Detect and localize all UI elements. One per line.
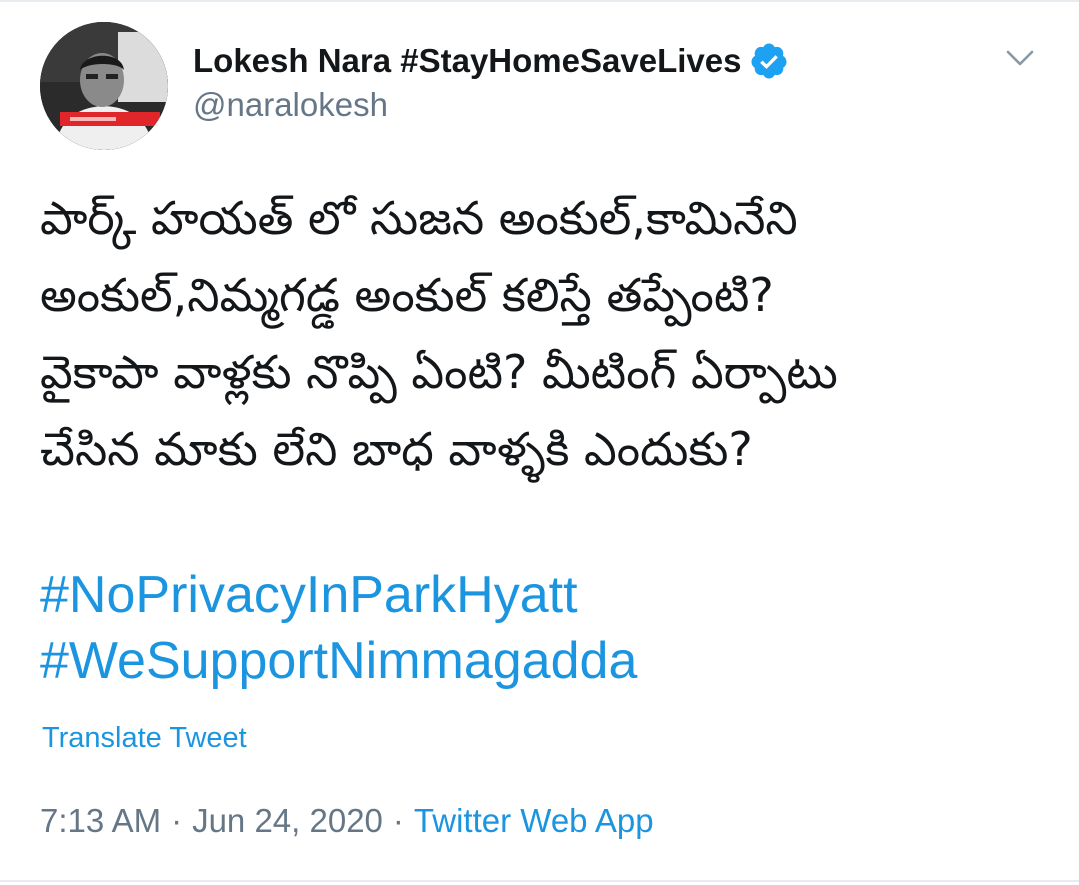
verified-badge-icon (749, 41, 789, 81)
tweet-text-line: చేసిన మాకు లేని బాధ వాళ్ళకి ఎందుకు? (40, 422, 753, 476)
author-name-row[interactable]: Lokesh Nara #StayHomeSaveLives (193, 36, 789, 86)
tweet-text-line: అంకుల్,నిమ్మగడ్డ అంకుల్ కలిస్తే తప్పేంటి… (40, 268, 774, 322)
hashtag-link[interactable]: #WeSupportNimmagadda (40, 628, 637, 694)
tweet-text-line: వైకాపా వాళ్లకు నొప్పి ఏంటి? మీటింగ్ ఏర్ప… (40, 345, 838, 399)
author-handle[interactable]: @naralokesh (193, 86, 388, 124)
tweet-text-line: పార్క్ హయత్ లో సుజన అంకుల్,కామినేని (40, 191, 798, 245)
hashtag-list: #NoPrivacyInParkHyatt #WeSupportNimmagad… (40, 562, 637, 694)
hashtag-link[interactable]: #NoPrivacyInParkHyatt (40, 562, 637, 628)
tweet-card: Lokesh Nara #StayHomeSaveLives @naraloke… (0, 0, 1079, 885)
avatar-image (40, 22, 168, 150)
tweet-text: పార్క్ హయత్ లో సుజన అంకుల్,కామినేని అంకు… (40, 180, 1050, 488)
chevron-down-icon[interactable] (1002, 40, 1038, 76)
bottom-divider (0, 880, 1079, 882)
tweet-time[interactable]: 7:13 AM (40, 802, 161, 840)
top-divider (0, 0, 1079, 2)
tweet-source-link[interactable]: Twitter Web App (414, 802, 654, 840)
meta-separator: · (392, 802, 404, 839)
tweet-date[interactable]: Jun 24, 2020 (192, 802, 383, 840)
tweet-meta: 7:13 AM · Jun 24, 2020 · Twitter Web App (40, 802, 654, 840)
meta-separator: · (171, 802, 183, 839)
avatar[interactable] (40, 22, 168, 150)
translate-tweet-link[interactable]: Translate Tweet (42, 722, 247, 755)
author-name[interactable]: Lokesh Nara #StayHomeSaveLives (193, 42, 741, 80)
